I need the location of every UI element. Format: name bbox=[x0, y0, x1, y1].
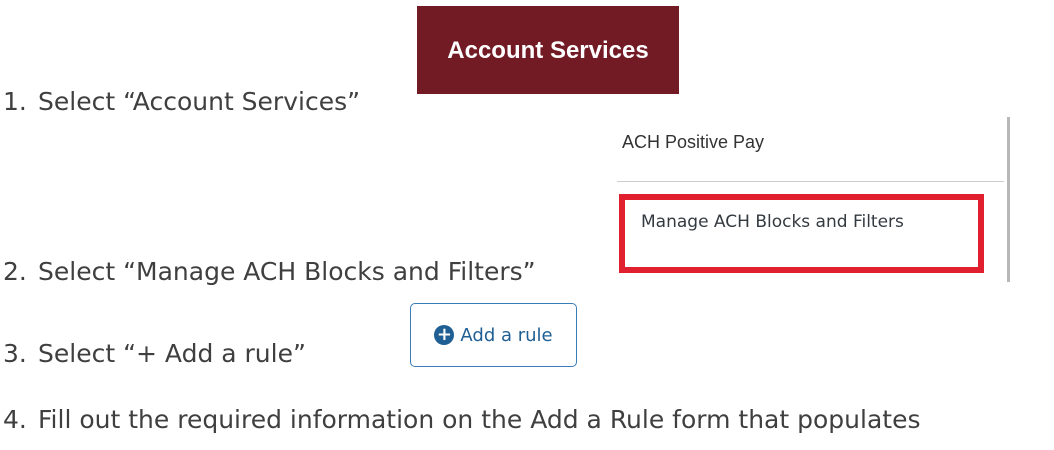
step-4-number: 4. bbox=[3, 405, 27, 434]
account-services-button[interactable]: Account Services bbox=[417, 6, 679, 94]
step-2-text: Select “Manage ACH Blocks and Filters” bbox=[38, 257, 536, 286]
step-2: 2. Select “Manage ACH Blocks and Filters” bbox=[3, 257, 536, 287]
step-1-text: Select “Account Services” bbox=[38, 87, 361, 116]
menu-item-manage-label: Manage ACH Blocks and Filters bbox=[641, 212, 904, 232]
menu-divider bbox=[617, 181, 1004, 182]
step-2-number: 2. bbox=[3, 257, 27, 286]
step-3-text: Select “+ Add a rule” bbox=[38, 339, 306, 368]
step-3: 3. Select “+ Add a rule” bbox=[3, 339, 306, 369]
step-1-number: 1. bbox=[3, 87, 27, 116]
account-services-label: Account Services bbox=[447, 37, 649, 64]
menu-item-manage-ach-blocks-filters[interactable]: Manage ACH Blocks and Filters bbox=[619, 194, 984, 273]
step-4-text: Fill out the required information on the… bbox=[38, 405, 921, 434]
add-rule-label: Add a rule bbox=[460, 324, 553, 346]
menu-scrollbar-edge bbox=[1007, 117, 1010, 282]
step-3-number: 3. bbox=[3, 339, 27, 368]
plus-circle-icon: + bbox=[434, 325, 455, 345]
menu-item-ach-positive-pay[interactable]: ACH Positive Pay bbox=[622, 132, 764, 153]
step-4: 4. Fill out the required information on t… bbox=[3, 405, 920, 435]
step-1: 1. Select “Account Services” bbox=[3, 87, 360, 117]
add-rule-button[interactable]: + Add a rule bbox=[410, 303, 577, 367]
